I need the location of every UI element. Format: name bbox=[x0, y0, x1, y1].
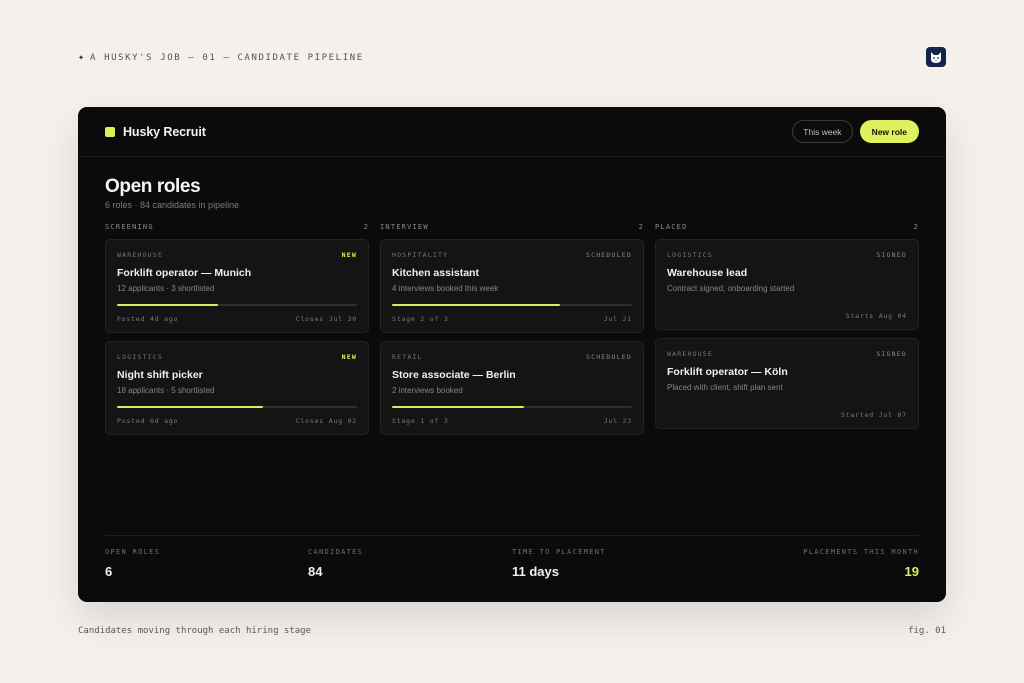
card-category: LOGISTICS bbox=[667, 251, 714, 259]
role-card[interactable]: RETAIL SCHEDULED Store associate — Berli… bbox=[380, 341, 644, 435]
card-posted: Posted 4d ago bbox=[117, 315, 179, 323]
role-card[interactable]: LOGISTICS SIGNED Warehouse lead Contract… bbox=[655, 239, 919, 330]
card-posted: Posted 6d ago bbox=[117, 417, 179, 425]
stat-value: 19 bbox=[904, 564, 919, 579]
stat-placements-this-month: PLACEMENTS THIS MONTH 19 bbox=[803, 548, 919, 579]
status-badge: SCHEDULED bbox=[585, 353, 632, 361]
column-count: 2 bbox=[913, 223, 919, 231]
brand-logo-icon bbox=[105, 126, 115, 137]
top-caption: ✦ A HUSKY'S JOB — 01 — CANDIDATE PIPELIN… bbox=[78, 52, 364, 63]
role-card[interactable]: HOSPITALITY SCHEDULED Kitchen assistant … bbox=[380, 239, 644, 333]
figure-label: fig. 01 bbox=[908, 626, 946, 636]
card-date: Jul 23 bbox=[603, 417, 632, 425]
card-closes: Closes Aug 02 bbox=[295, 417, 357, 425]
role-card[interactable]: WAREHOUSE SIGNED Forklift operator — Köl… bbox=[655, 338, 919, 429]
column-screening: SCREENING 2 WAREHOUSE NEW Forklift opera… bbox=[105, 223, 369, 435]
card-date: Jul 21 bbox=[603, 315, 632, 323]
husky-logo-icon bbox=[926, 47, 946, 67]
this-week-button[interactable]: This week bbox=[792, 120, 853, 143]
card-category: LOGISTICS bbox=[117, 353, 164, 361]
progress-bar bbox=[117, 406, 357, 408]
role-card[interactable]: WAREHOUSE NEW Forklift operator — Munich… bbox=[105, 239, 369, 333]
card-category: HOSPITALITY bbox=[392, 251, 449, 259]
card-title: Warehouse lead bbox=[667, 267, 748, 279]
column-header: SCREENING 2 bbox=[105, 223, 369, 233]
progress-bar bbox=[117, 304, 357, 306]
stat-label: CANDIDATES bbox=[308, 548, 364, 556]
card-title: Kitchen assistant bbox=[392, 267, 479, 279]
stats-bar: OPEN ROLES 6 CANDIDATES 84 TIME TO PLACE… bbox=[105, 535, 919, 602]
card-description: 12 applicants · 3 shortlisted bbox=[117, 284, 215, 293]
stat-value: 11 days bbox=[512, 564, 559, 579]
column-header: PLACED 2 bbox=[655, 223, 919, 233]
status-badge: SIGNED bbox=[876, 350, 907, 358]
new-role-button[interactable]: New role bbox=[859, 120, 919, 143]
column-interview: INTERVIEW 2 HOSPITALITY SCHEDULED Kitche… bbox=[380, 223, 644, 435]
stat-label: TIME TO PLACEMENT bbox=[512, 548, 606, 556]
stat-candidates: CANDIDATES 84 bbox=[308, 548, 363, 579]
header-actions: This week New role bbox=[792, 120, 919, 143]
card-stage: Stage 2 of 3 bbox=[392, 315, 449, 323]
card-stage: Stage 1 of 3 bbox=[392, 417, 449, 425]
card-category: WAREHOUSE bbox=[117, 251, 164, 259]
brand: Husky Recruit bbox=[105, 125, 206, 139]
progress-bar bbox=[392, 304, 632, 306]
status-badge: SIGNED bbox=[876, 251, 907, 259]
card-title: Forklift operator — Köln bbox=[667, 366, 788, 378]
stat-time-to-placement: TIME TO PLACEMENT 11 days bbox=[512, 548, 606, 579]
stat-value: 84 bbox=[308, 564, 323, 579]
card-title: Store associate — Berlin bbox=[392, 369, 516, 381]
page-subtitle: 6 roles · 84 candidates in pipeline bbox=[105, 200, 240, 210]
card-description: 18 applicants · 5 shortlisted bbox=[117, 386, 215, 395]
card-description: 2 interviews booked bbox=[392, 386, 463, 395]
column-placed: PLACED 2 LOGISTICS SIGNED Warehouse lead… bbox=[655, 223, 919, 429]
progress-bar bbox=[392, 406, 632, 408]
top-caption-text: A HUSKY'S JOB — 01 — CANDIDATE PIPELINE bbox=[90, 52, 364, 63]
card-start-date: Starts Aug 04 bbox=[845, 312, 907, 320]
card-start-date: Started Jul 07 bbox=[841, 411, 907, 419]
stat-label: OPEN ROLES bbox=[105, 548, 161, 556]
card-category: RETAIL bbox=[392, 353, 423, 361]
stat-open-roles: OPEN ROLES 6 bbox=[105, 548, 160, 579]
stat-value: 6 bbox=[105, 564, 113, 579]
sparkle-icon: ✦ bbox=[78, 52, 85, 63]
page-title: Open roles bbox=[105, 176, 201, 197]
role-card[interactable]: LOGISTICS NEW Night shift picker 18 appl… bbox=[105, 341, 369, 435]
status-badge: SCHEDULED bbox=[585, 251, 632, 259]
bottom-caption: Candidates moving through each hiring st… bbox=[78, 626, 311, 636]
card-description: Contract signed, onboarding started bbox=[667, 284, 795, 293]
column-header: INTERVIEW 2 bbox=[380, 223, 644, 233]
card-category: WAREHOUSE bbox=[667, 350, 714, 358]
card-closes: Closes Jul 30 bbox=[295, 315, 357, 323]
column-name: INTERVIEW bbox=[380, 223, 429, 231]
app-window: Husky Recruit This week New role Open ro… bbox=[78, 107, 946, 602]
column-name: PLACED bbox=[655, 223, 688, 231]
stat-label: PLACEMENTS THIS MONTH bbox=[803, 548, 919, 556]
card-description: Placed with client, shift plan sent bbox=[667, 383, 783, 392]
card-title: Forklift operator — Munich bbox=[117, 267, 252, 279]
card-title: Night shift picker bbox=[117, 369, 203, 381]
column-count: 2 bbox=[363, 223, 369, 231]
status-badge: NEW bbox=[341, 251, 357, 259]
column-count: 2 bbox=[638, 223, 644, 231]
app-header: Husky Recruit This week New role bbox=[78, 107, 946, 157]
status-badge: NEW bbox=[341, 353, 357, 361]
card-description: 4 interviews booked this week bbox=[392, 284, 499, 293]
column-name: SCREENING bbox=[105, 223, 154, 231]
brand-name: Husky Recruit bbox=[123, 124, 206, 139]
